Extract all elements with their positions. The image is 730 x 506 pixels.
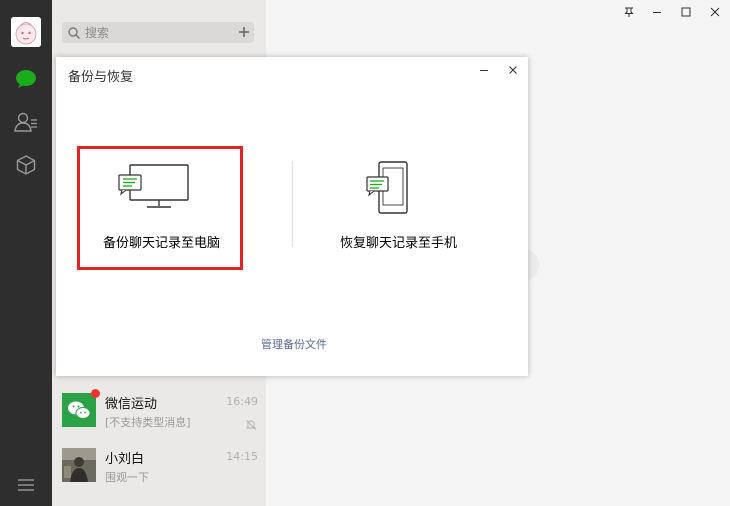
- restore-to-phone-option[interactable]: 恢复聊天记录至手机: [326, 149, 476, 267]
- option-divider: [292, 161, 293, 247]
- menu-icon[interactable]: [16, 477, 36, 493]
- plus-icon: [239, 27, 249, 37]
- dialog-close-icon[interactable]: [505, 62, 521, 78]
- chat-last-message: [不支持类型消息]: [105, 416, 191, 429]
- restore-label: 恢复聊天记录至手机: [340, 236, 458, 251]
- sidebar: [0, 0, 52, 506]
- pin-icon[interactable]: [620, 4, 638, 20]
- user-avatar[interactable]: [11, 17, 41, 47]
- chat-time: 16:49: [226, 395, 258, 408]
- search-input[interactable]: 搜索: [62, 22, 253, 43]
- list-item-xiaoliubai[interactable]: 小刘白 围观一下 14:15: [52, 440, 266, 495]
- xiaoliubai-avatar: [62, 448, 96, 482]
- wechat-logo-icon: [68, 401, 91, 419]
- maximize-icon[interactable]: [677, 4, 695, 20]
- mobile-phone-icon: [366, 161, 408, 214]
- favorites-cube-icon[interactable]: [13, 152, 39, 178]
- search-icon: [68, 26, 81, 39]
- minimize-icon[interactable]: [648, 4, 666, 20]
- search-placeholder: 搜索: [85, 26, 110, 40]
- chat-icon[interactable]: [13, 66, 39, 92]
- dialog-title: 备份与恢复: [68, 70, 134, 85]
- dialog-minimize-icon[interactable]: [476, 62, 492, 78]
- wechat-sports-avatar: [62, 393, 96, 427]
- manage-backup-files-link[interactable]: 管理备份文件: [261, 336, 327, 352]
- chat-time: 14:15: [226, 450, 258, 463]
- close-icon[interactable]: [706, 4, 724, 20]
- mute-bell-icon: [245, 416, 257, 435]
- chat-name: 微信运动: [105, 397, 158, 412]
- chat-name: 小刘白: [105, 452, 145, 467]
- contacts-icon[interactable]: [13, 109, 39, 135]
- avatar-face-icon: [11, 17, 41, 47]
- add-button[interactable]: [234, 22, 254, 42]
- unread-badge: [91, 389, 100, 398]
- photo-avatar-icon: [62, 448, 96, 482]
- list-item-wechat-sports[interactable]: 微信运动 [不支持类型消息] 16:49: [52, 385, 266, 440]
- highlight-annotation-box: [77, 146, 243, 270]
- chat-last-message: 围观一下: [105, 471, 149, 484]
